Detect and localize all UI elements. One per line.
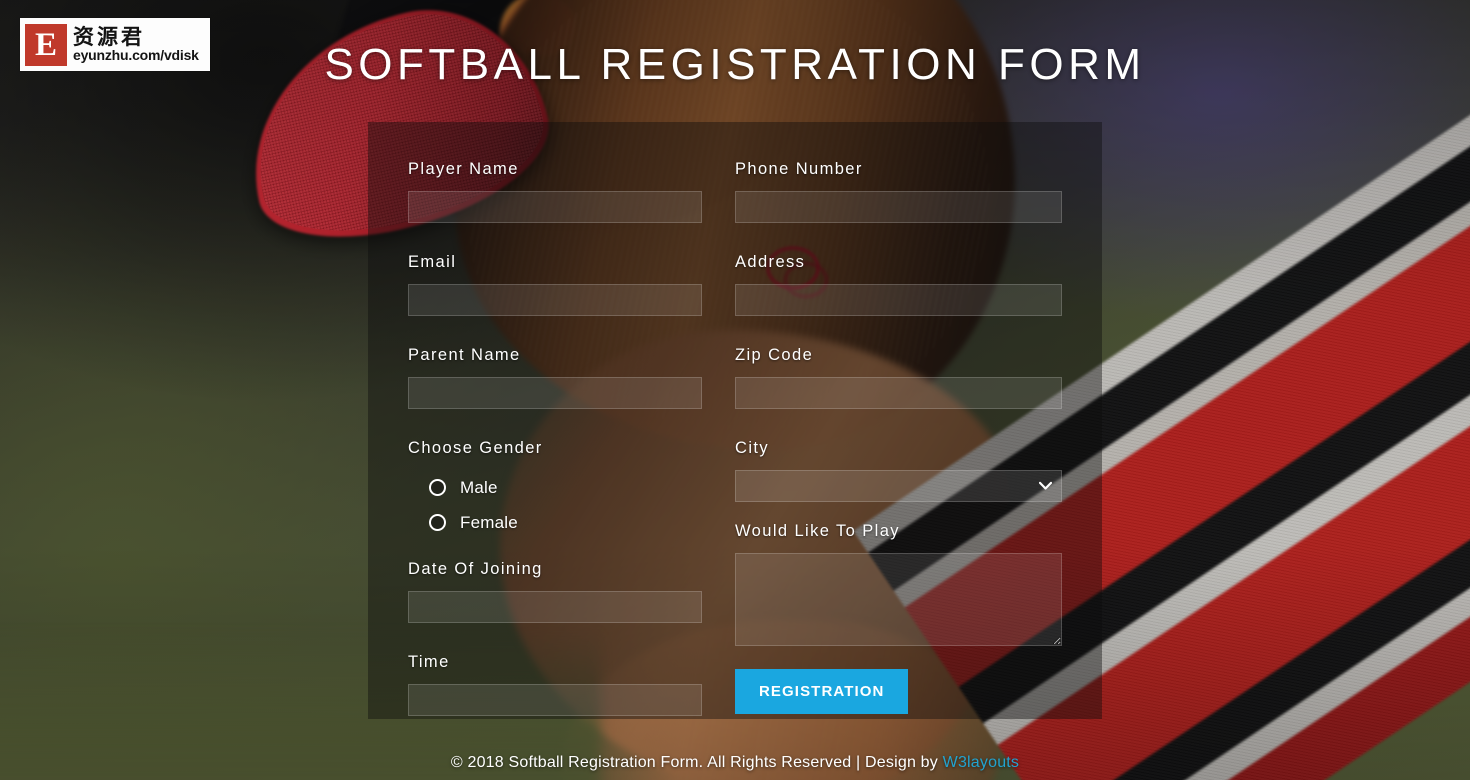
date-of-joining-input[interactable] [408,591,702,623]
would-like-to-play-textarea[interactable] [735,553,1062,646]
email-label: Email [408,253,457,271]
choose-gender-label: Choose Gender [408,439,543,457]
city-select[interactable] [735,470,1062,502]
phone-number-label: Phone Number [735,160,863,178]
phone-number-input[interactable] [735,191,1062,223]
gender-option-female[interactable]: Female [408,505,702,540]
gender-option-female-label: Female [460,512,518,532]
address-label: Address [735,253,806,271]
parent-name-label: Parent Name [408,346,521,364]
gender-radio-group: Male Female [408,470,702,540]
player-name-input[interactable] [408,191,702,223]
address-input[interactable] [735,284,1062,316]
page-root: E 资源君 eyunzhu.com/vdisk SOFTBALL REGISTR… [0,0,1470,780]
footer: © 2018 Softball Registration Form. All R… [0,754,1470,772]
player-name-label: Player Name [408,160,519,178]
date-of-joining-label: Date Of Joining [408,560,543,578]
registration-submit-button[interactable]: REGISTRATION [735,669,909,714]
email-input[interactable] [408,284,702,316]
watermark-e-icon: E [25,23,67,66]
watermark-logo: E 资源君 eyunzhu.com/vdisk [20,18,210,71]
footer-copyright-text: © 2018 Softball Registration Form. All R… [450,754,943,771]
city-select-wrapper [735,470,1062,502]
gender-option-male-label: Male [460,477,498,497]
form-left-column: Player Name Email Parent Name Choose Gen… [408,160,702,746]
time-label: Time [408,653,450,671]
would-like-to-play-label: Would Like To Play [735,522,900,540]
watermark-text: 资源君 eyunzhu.com/vdisk [73,26,199,63]
footer-w3layouts-link[interactable]: W3layouts [943,754,1020,771]
radio-circle-icon[interactable] [429,479,446,496]
page-title: SOFTBALL REGISTRATION FORM [324,40,1146,89]
radio-circle-icon[interactable] [429,514,446,531]
submit-row: REGISTRATION [735,669,1062,714]
time-input[interactable] [408,684,702,716]
watermark-url-label: eyunzhu.com/vdisk [73,47,199,64]
gender-option-male[interactable]: Male [408,470,702,505]
city-label: City [735,439,770,457]
watermark-chinese-label: 资源君 [73,25,145,50]
zip-code-input[interactable] [735,377,1062,409]
registration-form: Player Name Email Parent Name Choose Gen… [368,122,1102,719]
zip-code-label: Zip Code [735,346,814,364]
form-right-column: Phone Number Address Zip Code City Would… [735,160,1062,746]
parent-name-input[interactable] [408,377,702,409]
